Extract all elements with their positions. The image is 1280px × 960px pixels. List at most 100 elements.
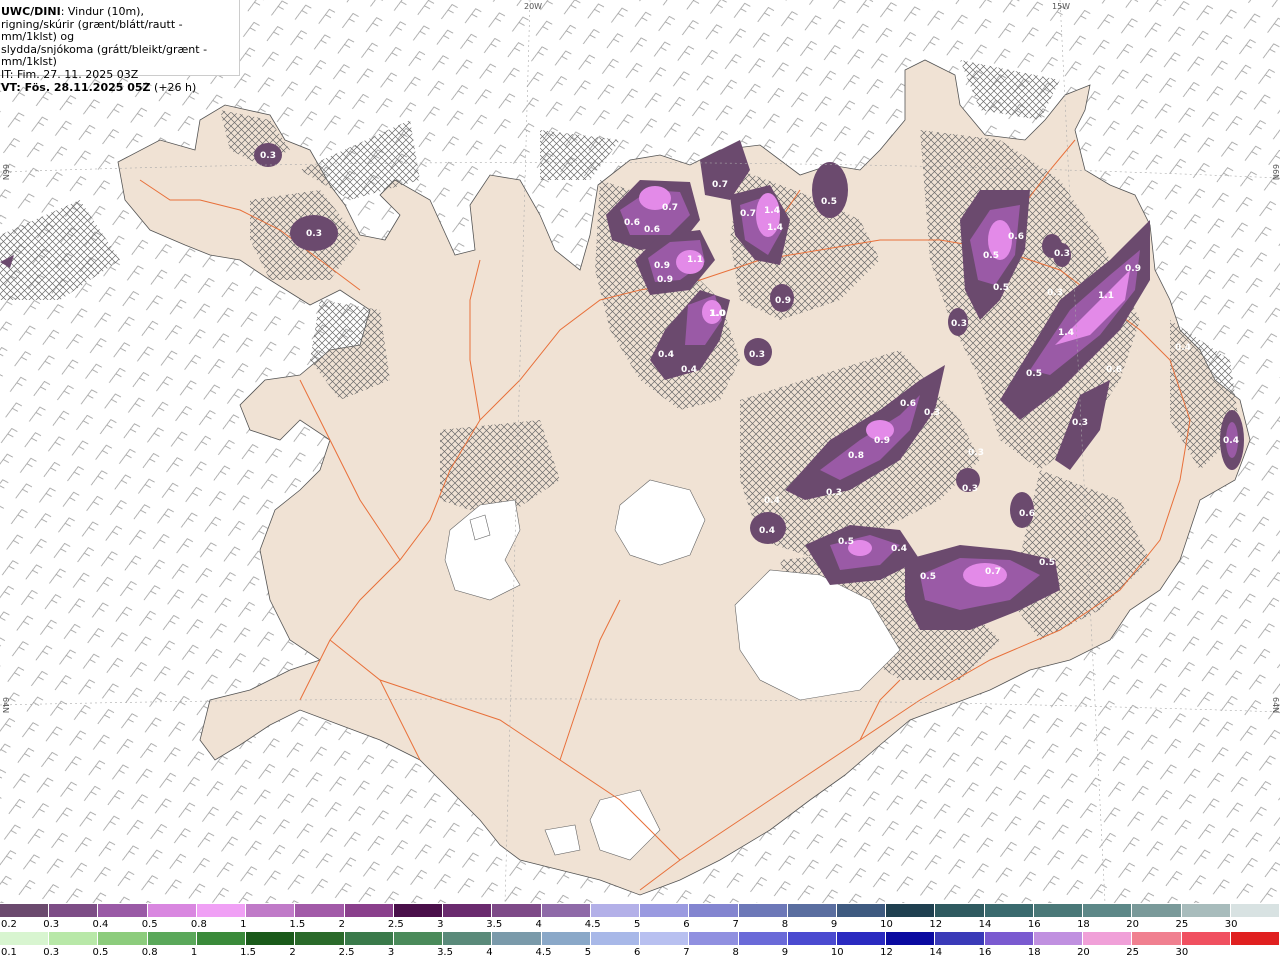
precip-value-label: 0.6 bbox=[1008, 232, 1024, 242]
colorbar-label: 3 bbox=[437, 919, 444, 930]
colorbar-label: 8 bbox=[732, 947, 739, 958]
colorbar-cell bbox=[984, 932, 1034, 945]
colorbar-cell bbox=[147, 904, 197, 917]
precip-value-label: 1.1 bbox=[1098, 291, 1114, 301]
colorbar-cell bbox=[738, 904, 788, 917]
precip-value-label: 0.3 bbox=[1047, 288, 1063, 298]
colorbar-cell bbox=[1181, 904, 1231, 917]
colorbar-cell bbox=[541, 904, 591, 917]
colorbar-cell bbox=[1033, 932, 1084, 945]
colorbar-label: 12 bbox=[880, 947, 893, 958]
colorbar-cell bbox=[984, 904, 1034, 917]
precip-value-label: 0.3 bbox=[749, 350, 765, 360]
colorbar-label: 25 bbox=[1175, 919, 1189, 930]
colorbar-cell bbox=[196, 932, 247, 945]
colorbar-cell bbox=[492, 932, 542, 945]
colorbar-cell bbox=[1132, 932, 1182, 945]
colorbar-cell bbox=[590, 932, 641, 945]
colorbar-label: 30 bbox=[1224, 919, 1238, 930]
colorbar-label: 6 bbox=[634, 947, 641, 958]
colorbar-label: 1 bbox=[240, 919, 247, 930]
lat-label-64n-left: 64N bbox=[1, 697, 10, 714]
colorbar-label: 1 bbox=[190, 947, 198, 958]
colorbar-cell bbox=[246, 932, 296, 945]
precip-value-label: 0.6 bbox=[624, 218, 640, 228]
colorbar-cell bbox=[49, 932, 99, 945]
snow-colorbar-labels: 0.2 0.3 0.4 0.5 0.8 1 1.5 2 2.5 3 3.5 4 4.5 5 6 7 8 9 10 12… bbox=[0, 919, 1280, 931]
colorbar-label: 30 bbox=[1175, 947, 1189, 958]
colorbar-label: 0.1 bbox=[1, 947, 17, 958]
colorbar-cell bbox=[886, 932, 936, 945]
precip-value-label: 0.5 bbox=[983, 251, 999, 261]
colorbar-cell bbox=[196, 904, 247, 917]
colorbar-cell bbox=[886, 904, 936, 917]
colorbar-label: 0.2 bbox=[1, 919, 17, 930]
colorbar-cell bbox=[1181, 932, 1231, 945]
precip-value-label: 0.4 bbox=[891, 544, 907, 554]
precip-value-label: 0.3 bbox=[962, 484, 978, 494]
precip-value-label: 0.7 bbox=[662, 203, 678, 213]
colorbar-label: 0.3 bbox=[43, 919, 60, 930]
precip-value-label: 0.9 bbox=[775, 296, 791, 306]
colorbar-label: 16 bbox=[978, 947, 992, 958]
colorbar-label: 4 bbox=[486, 947, 493, 958]
precip-value-label: 1.4 bbox=[767, 223, 783, 233]
colorbar-cell bbox=[344, 904, 394, 917]
precip-value-label: 0.6 bbox=[1019, 509, 1035, 519]
precip-value-label: 1.4 bbox=[1058, 328, 1074, 338]
colorbar-label: 16 bbox=[1027, 919, 1041, 930]
precip-value-label: 0.3 bbox=[260, 151, 276, 161]
colorbar-cell bbox=[344, 932, 394, 945]
precip-value-label: 0.7 bbox=[985, 567, 1001, 577]
colorbar-label: 4.5 bbox=[535, 947, 552, 958]
colorbar-label: 10 bbox=[830, 947, 844, 958]
colorbar-label: 2.5 bbox=[387, 919, 404, 930]
colorbar-cell bbox=[590, 904, 641, 917]
colorbar-label: 14 bbox=[978, 919, 992, 930]
rain-colorbar-labels: 0.1 0.3 0.5 0.8 1 1.5 2 2.5 3 3.5 4 4.5 5 6 7 8 9 10 12 14 1… bbox=[0, 947, 1280, 959]
colorbar-cell bbox=[541, 932, 591, 945]
colorbar-cell bbox=[393, 904, 444, 917]
colorbar-label: 0.5 bbox=[92, 947, 109, 958]
precip-value-label: 0.3 bbox=[306, 229, 322, 239]
colorbar-label: 0.5 bbox=[141, 919, 158, 930]
precip-value-label: 0.8 bbox=[848, 451, 864, 461]
precip-value-label: 0.9 bbox=[654, 261, 670, 271]
colorbar-label: 2 bbox=[289, 947, 296, 958]
colorbar-label: 0.8 bbox=[141, 947, 158, 958]
colorbar-cell bbox=[492, 904, 542, 917]
colorbar-cell bbox=[0, 904, 50, 917]
rain-description: rigning/skúrir (grænt/blátt/rautt - mm/1… bbox=[1, 17, 183, 44]
colorbar-cell bbox=[393, 932, 444, 945]
colorbar-cell bbox=[246, 904, 296, 917]
colorbar-label: 9 bbox=[781, 947, 789, 958]
colorbar-cell bbox=[787, 904, 837, 917]
colorbar-cell bbox=[640, 932, 690, 945]
colorbar-cell bbox=[0, 932, 50, 945]
precip-value-label: 0.4 bbox=[681, 365, 697, 375]
precip-value-label: 0.9 bbox=[657, 275, 673, 285]
colorbar-label: 12 bbox=[929, 919, 943, 930]
precip-value-label: 0.7 bbox=[740, 209, 756, 219]
precip-value-label: 0.3 bbox=[1072, 418, 1088, 428]
colorbar-cell bbox=[738, 932, 788, 945]
colorbar-label: 3.5 bbox=[437, 947, 453, 958]
colorbar-cell bbox=[1083, 904, 1133, 917]
precip-value-label: 0.6 bbox=[644, 225, 660, 235]
colorbar-label: 3 bbox=[387, 947, 395, 958]
colorbar-cell bbox=[443, 904, 493, 917]
precip-value-label: 0.9 bbox=[874, 436, 890, 446]
precip-value-label: 0.5 bbox=[821, 197, 837, 207]
colorbar-label: 1.5 bbox=[289, 919, 306, 930]
colorbar-label: 10 bbox=[880, 919, 893, 930]
colorbar-cell bbox=[443, 932, 493, 945]
colorbar-cell bbox=[1083, 932, 1133, 945]
colorbar-label: 18 bbox=[1077, 919, 1090, 930]
colorbar-label: 1.5 bbox=[240, 947, 257, 958]
colorbar-label: 8 bbox=[781, 919, 789, 930]
precip-value-label: 0.3 bbox=[924, 408, 940, 418]
colorbar-label: 4 bbox=[535, 919, 542, 930]
colorbar-label: 2 bbox=[338, 919, 345, 930]
colorbar-cell bbox=[147, 932, 197, 945]
colorbar-label: 14 bbox=[929, 947, 943, 958]
